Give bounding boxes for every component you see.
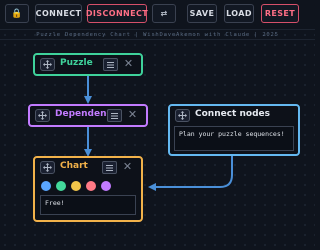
color-swatch[interactable] <box>101 181 111 191</box>
color-swatch[interactable] <box>71 181 81 191</box>
drag-handle-icon[interactable] <box>40 58 55 71</box>
puzzle-node[interactable]: Puzzle ✕ <box>33 53 143 76</box>
node-text-field[interactable]: Plan your puzzle sequences! <box>174 126 294 151</box>
drag-handle-icon[interactable] <box>175 109 190 122</box>
drag-handle-icon[interactable] <box>40 161 55 174</box>
wire-connect-nodes-to-chart[interactable] <box>148 156 233 191</box>
close-icon[interactable]: ✕ <box>122 161 133 174</box>
node-title: Connect nodes <box>195 109 270 119</box>
node-title: Chart <box>60 161 88 171</box>
color-swatch[interactable] <box>56 181 66 191</box>
close-icon[interactable]: ✕ <box>123 58 134 71</box>
node-text-field[interactable]: Free! <box>40 195 136 215</box>
chart-node[interactable]: Chart ✕ Free! <box>33 156 143 222</box>
drag-handle-icon[interactable] <box>35 109 50 122</box>
menu-icon[interactable] <box>107 109 122 122</box>
color-swatch[interactable] <box>41 181 51 191</box>
node-title: Puzzle <box>60 58 93 68</box>
close-icon[interactable]: ✕ <box>127 109 138 122</box>
color-swatch[interactable] <box>86 181 96 191</box>
menu-icon[interactable] <box>102 161 117 174</box>
dependency-node[interactable]: Dependency ✕ <box>28 104 148 127</box>
connect-nodes-node[interactable]: Connect nodes Plan your puzzle sequences… <box>168 104 300 156</box>
menu-icon[interactable] <box>103 58 118 71</box>
